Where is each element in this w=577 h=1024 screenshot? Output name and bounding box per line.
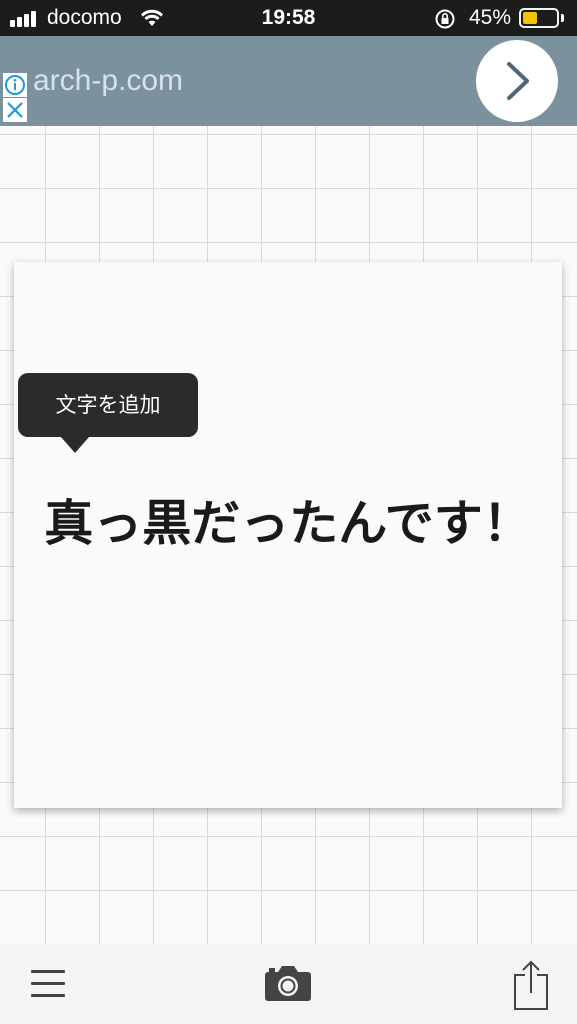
tooltip-arrow [61,437,89,453]
battery-tip [561,14,564,22]
ad-banner[interactable]: arch-p.com [0,36,577,126]
canvas-card[interactable]: 真っ黒だったんです！ [14,262,562,808]
share-icon[interactable] [512,959,550,1011]
battery-level [523,12,537,24]
chevron-right-icon [507,62,529,100]
ad-text[interactable]: arch-p.com [33,64,183,98]
ad-open-button[interactable] [476,40,558,122]
orientation-lock-icon [435,9,455,29]
camera-icon[interactable] [264,964,312,1002]
add-text-tooltip[interactable]: 文字を追加 [18,373,198,437]
info-icon[interactable] [3,73,27,97]
status-bar: docomo 19:58 45% [0,0,577,36]
main-text[interactable]: 真っ黒だったんです！ [14,496,562,552]
menu-icon[interactable] [31,970,67,1000]
battery-percent: 45% [469,6,512,29]
close-icon[interactable] [3,98,27,122]
battery-icon [519,8,559,28]
bottom-toolbar [0,944,577,1024]
